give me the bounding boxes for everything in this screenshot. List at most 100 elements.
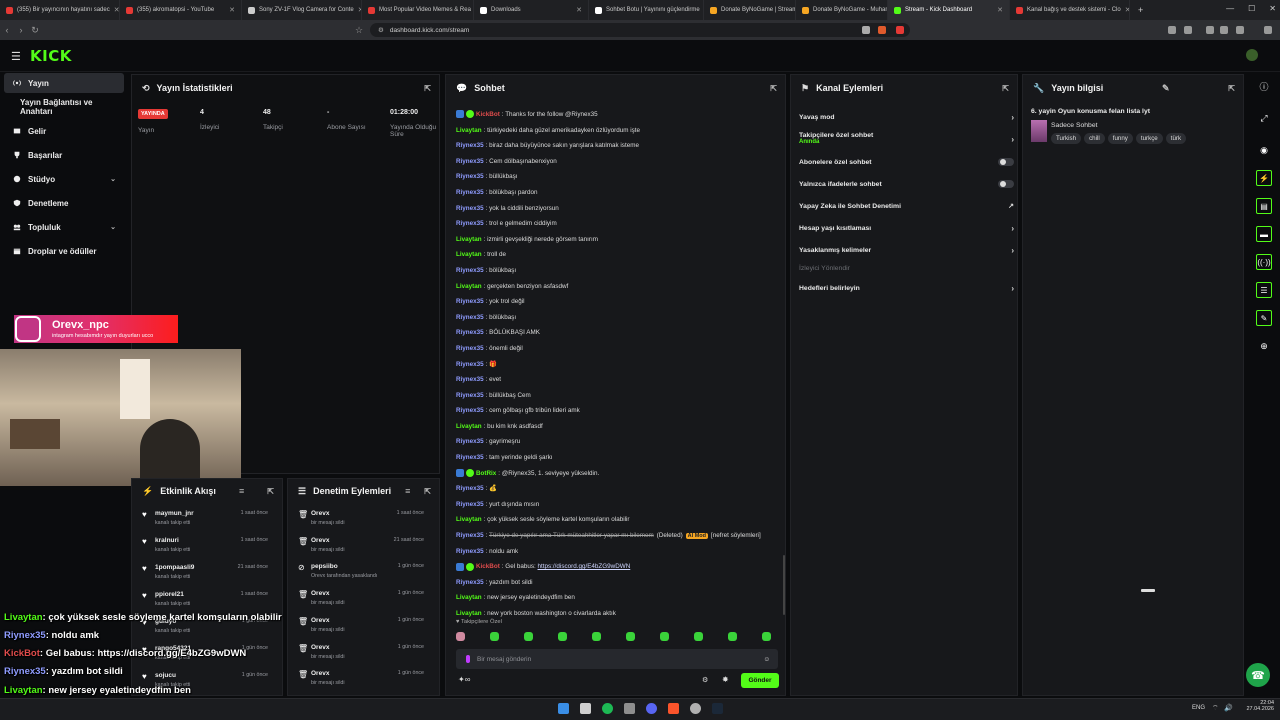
chat-username[interactable]: Riynex35 [456, 267, 484, 274]
chat-username[interactable]: Riynex35 [456, 298, 484, 305]
minimize-icon[interactable]: — [1226, 4, 1234, 13]
reload-icon[interactable]: ↻ [28, 25, 42, 36]
browser-tab[interactable]: Most Popular Video Memes & Rea✕ [362, 0, 474, 20]
popout-icon[interactable]: ⇱ [1002, 84, 1009, 93]
chat-username[interactable]: Livaytan [456, 610, 482, 617]
site-info-icon[interactable]: ⚙ [378, 26, 384, 34]
emote-icon[interactable] [728, 632, 737, 641]
activity-row[interactable]: ♥ maymun_jnr kanalı takip etti 1 saat önce [140, 508, 272, 535]
task-view-icon[interactable] [580, 703, 591, 714]
chat-username[interactable]: Riynex35 [456, 501, 484, 508]
emote-icon[interactable] [490, 632, 499, 641]
chat-username[interactable]: BotRix [476, 470, 496, 477]
steam-icon[interactable] [712, 703, 723, 714]
chat-username[interactable]: Riynex35 [456, 142, 484, 149]
info-icon[interactable]: ⓘ [1256, 78, 1272, 94]
wallet-icon[interactable] [1220, 26, 1228, 34]
bookmark-icon[interactable]: ☆ [352, 25, 366, 36]
wifi-icon[interactable]: ⌔ [1212, 704, 1219, 713]
browser-tab[interactable]: Stream - Kick Dashboard ✕ [888, 0, 1010, 20]
hamburger-menu-icon[interactable]: ☰ [11, 50, 21, 63]
chat-username[interactable]: Livaytan [456, 283, 482, 290]
kick-logo[interactable]: KICK [30, 47, 72, 65]
chat-username[interactable]: KickBot [476, 563, 500, 570]
camera-icon[interactable]: ◉ [1256, 142, 1272, 158]
brave-shield-icon[interactable] [878, 26, 886, 34]
browser-tab[interactable]: Kanal bağış ve destek sistemi - Clo✕ [1010, 0, 1130, 20]
volume-icon[interactable]: 🔊 [1224, 704, 1233, 712]
emote-chat-toggle[interactable] [998, 180, 1014, 188]
tag-pill[interactable]: Turkish [1051, 133, 1082, 144]
emote-icon[interactable] [558, 632, 567, 641]
chat-username[interactable]: Riynex35 [456, 189, 484, 196]
tag-pill[interactable]: türk [1165, 133, 1187, 144]
chat-username[interactable]: Livaytan [456, 516, 482, 523]
close-tab-icon[interactable]: ✕ [576, 6, 582, 14]
activity-row[interactable]: ♥ kralnuri kanalı takip etti 1 saat önce [140, 535, 272, 562]
support-chat-icon[interactable]: ☎ [1246, 663, 1270, 687]
sidebar-icon[interactable] [1206, 26, 1214, 34]
chat-username[interactable]: Riynex35 [456, 532, 484, 539]
chat-username[interactable]: Livaytan [456, 236, 482, 243]
emote-icon[interactable] [694, 632, 703, 641]
chat-username[interactable]: Riynex35 [456, 485, 484, 492]
emote-icon[interactable] [660, 632, 669, 641]
sidebar-item-studio[interactable]: Stüdyo ⌄ [4, 169, 124, 189]
close-tab-icon[interactable]: ✕ [997, 6, 1003, 14]
filter-icon[interactable]: ≡ [405, 486, 410, 496]
browser-tab[interactable]: Donate ByNoGame | Streamer Sett✕ [704, 0, 796, 20]
edit-pencil-icon[interactable]: ✎ [1162, 83, 1170, 94]
emote-icon[interactable] [456, 632, 465, 641]
chat-username[interactable]: Livaytan [456, 127, 482, 134]
gift-icon[interactable]: ✸ [722, 675, 729, 684]
clipboard-icon[interactable]: ▤ [1256, 198, 1272, 214]
browser-tab[interactable]: (355) Bir yayıncının hayatını sadec ✕ [0, 0, 120, 20]
send-button[interactable]: Gönder [741, 673, 779, 688]
moderation-row[interactable]: 🗑 Orevx bir mesajı sildi 1 gün önce [296, 668, 428, 695]
bolt-icon[interactable]: ⚡ [1256, 170, 1272, 186]
menu-icon[interactable] [1264, 26, 1272, 34]
browser-tab[interactable]: (355) akromatopsi - YouTube ✕ [120, 0, 242, 20]
brave-icon[interactable] [668, 703, 679, 714]
ai-mod-row[interactable]: Yapay Zeka ile Sohbet Denetimi ↗ [799, 202, 1014, 211]
spotify-icon[interactable] [602, 703, 613, 714]
rewards-icon[interactable] [896, 26, 904, 34]
obs-icon[interactable] [690, 703, 701, 714]
sidebar-item-stream-key[interactable]: Yayın Bağlantısı ve Anahtarı [4, 97, 124, 117]
list-icon[interactable]: ☰ [1256, 282, 1272, 298]
chat-username[interactable]: Riynex35 [456, 345, 484, 352]
subs-chat-toggle[interactable] [998, 158, 1014, 166]
moderation-row[interactable]: 🗑 Orevx bir mesajı sildi 1 gün önce [296, 588, 428, 615]
browser-tab[interactable]: Sony ZV-1F Vlog Camera for Conte✕ [242, 0, 362, 20]
chat-username[interactable]: Riynex35 [456, 548, 484, 555]
tag-pill[interactable]: turkçe [1135, 133, 1163, 144]
new-tab-button[interactable]: + [1130, 5, 1143, 15]
subs-chat-row[interactable]: Abonelere özel sohbet [799, 158, 1014, 166]
age-limit-row[interactable]: Hesap yaşı kısıtlaması › [799, 224, 1014, 233]
chat-username[interactable]: Riynex35 [456, 392, 484, 399]
expand-icon[interactable]: ⤢ [1256, 110, 1272, 126]
moderation-row[interactable]: 🗑 Orevx bir mesajı sildi 1 saat önce [296, 508, 428, 535]
banned-words-row[interactable]: Yasaklanmış kelimeler › [799, 246, 1014, 255]
chat-username[interactable]: Riynex35 [456, 438, 484, 445]
emote-icon[interactable] [524, 632, 533, 641]
avatar[interactable] [1246, 49, 1258, 61]
chat-username[interactable]: Livaytan [456, 594, 482, 601]
popout-icon[interactable]: ⇱ [770, 84, 777, 93]
moderation-row[interactable]: 🗑 Orevx bir mesajı sildi 1 gün önce [296, 615, 428, 642]
back-icon[interactable]: ‹ [0, 25, 14, 35]
tag-pill[interactable]: funny [1107, 133, 1133, 144]
clock[interactable]: 22:04 27.04.2026 [1242, 700, 1274, 712]
download-icon[interactable] [1236, 26, 1244, 34]
close-tab-icon[interactable]: ✕ [229, 6, 235, 14]
moderation-row[interactable]: 🗑 Orevx bir mesajı sildi 1 gün önce [296, 642, 428, 669]
share-icon[interactable] [862, 26, 870, 34]
chat-username[interactable]: Riynex35 [456, 376, 484, 383]
emote-chat-row[interactable]: Yalnızca ifadelerle sohbet [799, 180, 1014, 188]
chat-username[interactable]: Riynex35 [456, 454, 484, 461]
windows-start-icon[interactable] [558, 703, 569, 714]
sidebar-item-moderation[interactable]: Denetleme [4, 193, 124, 213]
chat-scrollbar[interactable] [783, 555, 785, 615]
chat-username[interactable]: KickBot [476, 111, 500, 118]
moderation-row[interactable]: 🗑 Orevx bir mesajı sildi 21 saat önce [296, 535, 428, 562]
